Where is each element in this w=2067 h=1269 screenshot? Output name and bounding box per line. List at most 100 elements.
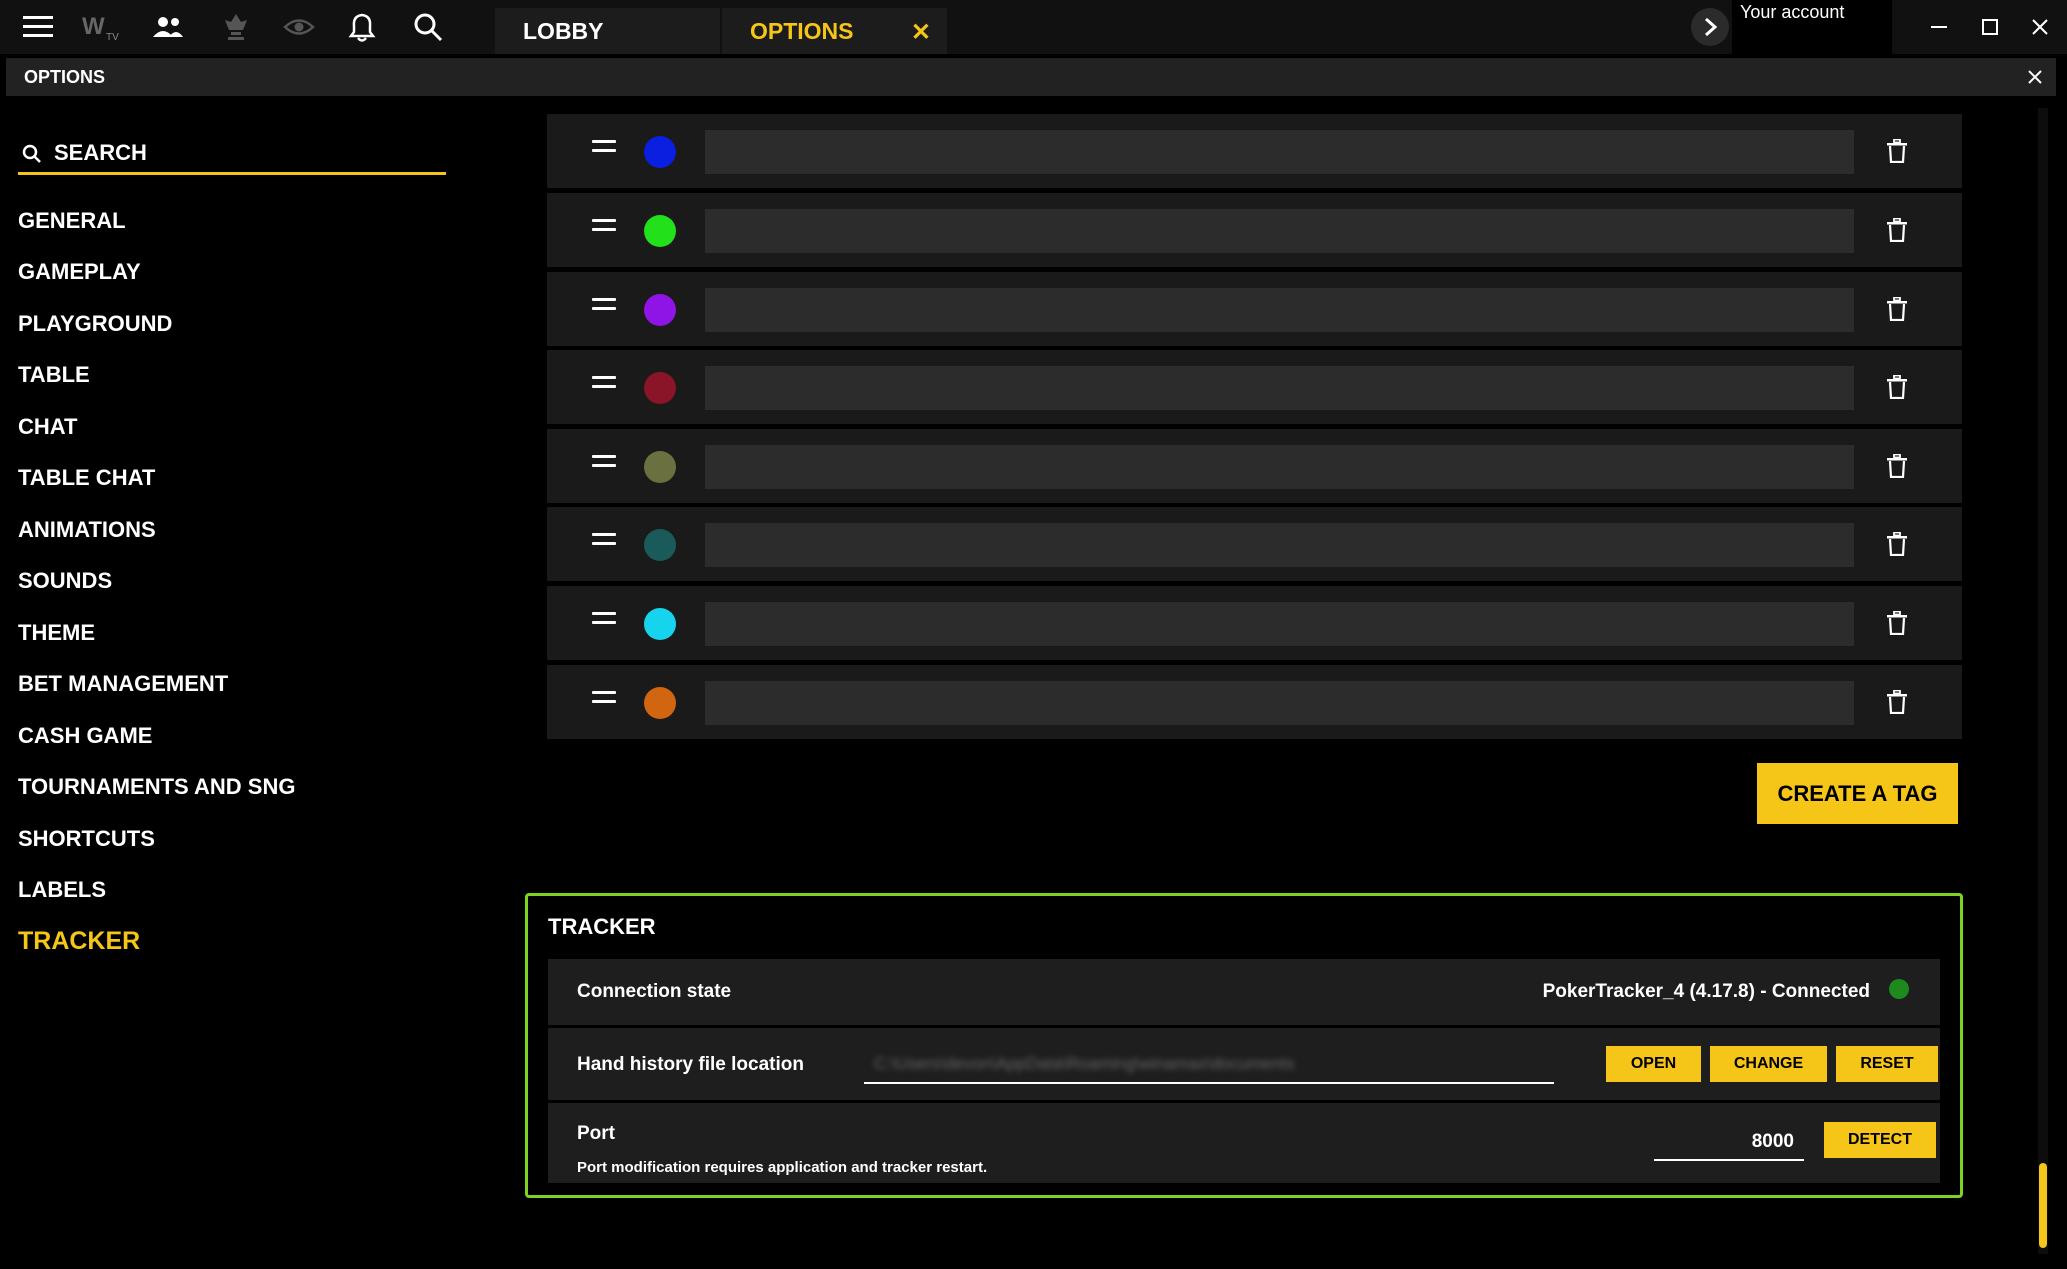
tag-color-swatch[interactable] [644,136,676,168]
tracker-section: TRACKER Connection state PokerTracker_4 … [525,893,1963,1198]
tag-color-swatch[interactable] [644,687,676,719]
drag-handle-icon[interactable] [592,376,616,398]
sidebar-item-shortcuts[interactable]: SHORTCUTS [18,826,155,852]
trash-icon[interactable] [1882,293,1912,325]
detect-button[interactable]: DETECT [1824,1122,1936,1158]
chevron-right-icon[interactable] [1691,8,1729,46]
search-icon [22,144,42,169]
sidebar-item-tracker[interactable]: TRACKER [18,927,140,956]
tab-options-label: OPTIONS [750,17,854,44]
panel-title: OPTIONS [24,67,106,87]
tab-close-icon[interactable]: ✕ [911,18,931,47]
port-value: 8000 [1751,1131,1794,1152]
tag-row [547,350,1962,424]
tag-name-input[interactable] [705,130,1854,174]
sidebar-item-theme[interactable]: THEME [18,620,95,646]
sidebar-item-chat[interactable]: CHAT [18,414,77,440]
change-button[interactable]: CHANGE [1710,1046,1827,1082]
scrollbar[interactable] [2038,108,2048,1254]
search-label: SEARCH [54,140,147,165]
port-input[interactable]: 8000 [1654,1125,1804,1161]
trash-icon[interactable] [1882,214,1912,246]
sidebar-item-cash-game[interactable]: CASH GAME [18,723,152,749]
bell-icon[interactable] [342,10,382,44]
search-icon[interactable] [408,10,448,44]
tag-color-swatch[interactable] [644,294,676,326]
drag-handle-icon[interactable] [592,612,616,634]
drag-handle-icon[interactable] [592,298,616,320]
trash-icon[interactable] [1882,686,1912,718]
tag-row [547,429,1962,503]
account-button[interactable]: Your account [1732,0,1892,54]
connection-state-value: PokerTracker_4 (4.17.8) - Connected [1542,981,1870,1002]
hand-history-path-field[interactable]: C:\Users\devon\AppData\Roaming\winamax\d… [864,1048,1554,1084]
tag-color-swatch[interactable] [644,451,676,483]
scrollbar-thumb[interactable] [2039,1163,2047,1248]
top-bar: W TV LOBBY OPTIONS ✕ Your account [0,0,2067,54]
sidebar-item-playground[interactable]: PLAYGROUND [18,311,172,337]
minimize-icon[interactable] [1921,10,1957,44]
tag-name-input[interactable] [705,681,1854,725]
drag-handle-icon[interactable] [592,691,616,713]
close-icon[interactable] [2022,64,2048,90]
reset-button[interactable]: RESET [1836,1046,1938,1082]
create-tag-button[interactable]: CREATE A TAG [1757,763,1958,824]
trash-icon[interactable] [1882,607,1912,639]
tag-name-input[interactable] [705,366,1854,410]
connection-state-label: Connection state [577,981,732,1002]
tag-color-swatch[interactable] [644,372,676,404]
sidebar-item-labels[interactable]: LABELS [18,877,106,903]
tag-name-input[interactable] [705,288,1854,332]
trash-icon[interactable] [1882,371,1912,403]
trash-icon[interactable] [1882,450,1912,482]
tag-row [547,114,1962,188]
open-button[interactable]: OPEN [1606,1046,1701,1082]
port-label: Port [577,1123,615,1144]
search-input[interactable]: SEARCH [18,132,446,175]
winamax-tv-icon[interactable]: W TV [80,10,120,44]
tab-options[interactable]: OPTIONS ✕ [722,8,947,54]
drag-handle-icon[interactable] [592,140,616,162]
tag-row [547,586,1962,660]
tag-name-input[interactable] [705,209,1854,253]
tag-color-swatch[interactable] [644,608,676,640]
sidebar-item-bet-management[interactable]: BET MANAGEMENT [18,671,228,697]
menu-icon[interactable] [18,10,58,44]
connection-status-dot [1889,979,1909,999]
sidebar-item-table[interactable]: TABLE [18,362,90,388]
sidebar-item-gameplay[interactable]: GAMEPLAY [18,259,141,285]
tab-lobby-label: LOBBY [523,17,604,44]
eye-icon[interactable] [279,10,319,44]
options-panel-header: OPTIONS [6,58,2056,96]
trash-icon[interactable] [1882,528,1912,560]
port-note: Port modification requires application a… [577,1159,988,1176]
sidebar-item-animations[interactable]: ANIMATIONS [18,517,156,543]
port-row: Port Port modification requires applicat… [548,1103,1940,1183]
tag-row [547,507,1962,581]
hand-history-label: Hand history file location [577,1054,804,1075]
sidebar-item-general[interactable]: GENERAL [18,208,126,234]
tag-name-input[interactable] [705,523,1854,567]
hand-history-path-value: C:\Users\devon\AppData\Roaming\winamax\d… [874,1054,1295,1073]
maximize-icon[interactable] [1972,10,2008,44]
tag-color-swatch[interactable] [644,529,676,561]
sidebar-item-sounds[interactable]: SOUNDS [18,568,112,594]
tag-name-input[interactable] [705,602,1854,646]
drag-handle-icon[interactable] [592,455,616,477]
trash-icon[interactable] [1882,135,1912,167]
tag-color-swatch[interactable] [644,215,676,247]
sidebar-item-table-chat[interactable]: TABLE CHAT [18,465,155,491]
tab-lobby[interactable]: LOBBY [495,8,720,54]
sidebar-item-tournaments-and-sng[interactable]: TOURNAMENTS AND SNG [18,774,295,800]
window-close-icon[interactable] [2022,10,2058,44]
hand-history-row: Hand history file location C:\Users\devo… [548,1028,1940,1100]
tag-row [547,272,1962,346]
drag-handle-icon[interactable] [592,219,616,241]
tournament-icon[interactable] [216,10,256,44]
drag-handle-icon[interactable] [592,533,616,555]
tag-row [547,193,1962,267]
tag-name-input[interactable] [705,445,1854,489]
friends-icon[interactable] [148,10,188,44]
tag-row [547,665,1962,739]
connection-state-row: Connection state PokerTracker_4 (4.17.8)… [548,959,1940,1025]
